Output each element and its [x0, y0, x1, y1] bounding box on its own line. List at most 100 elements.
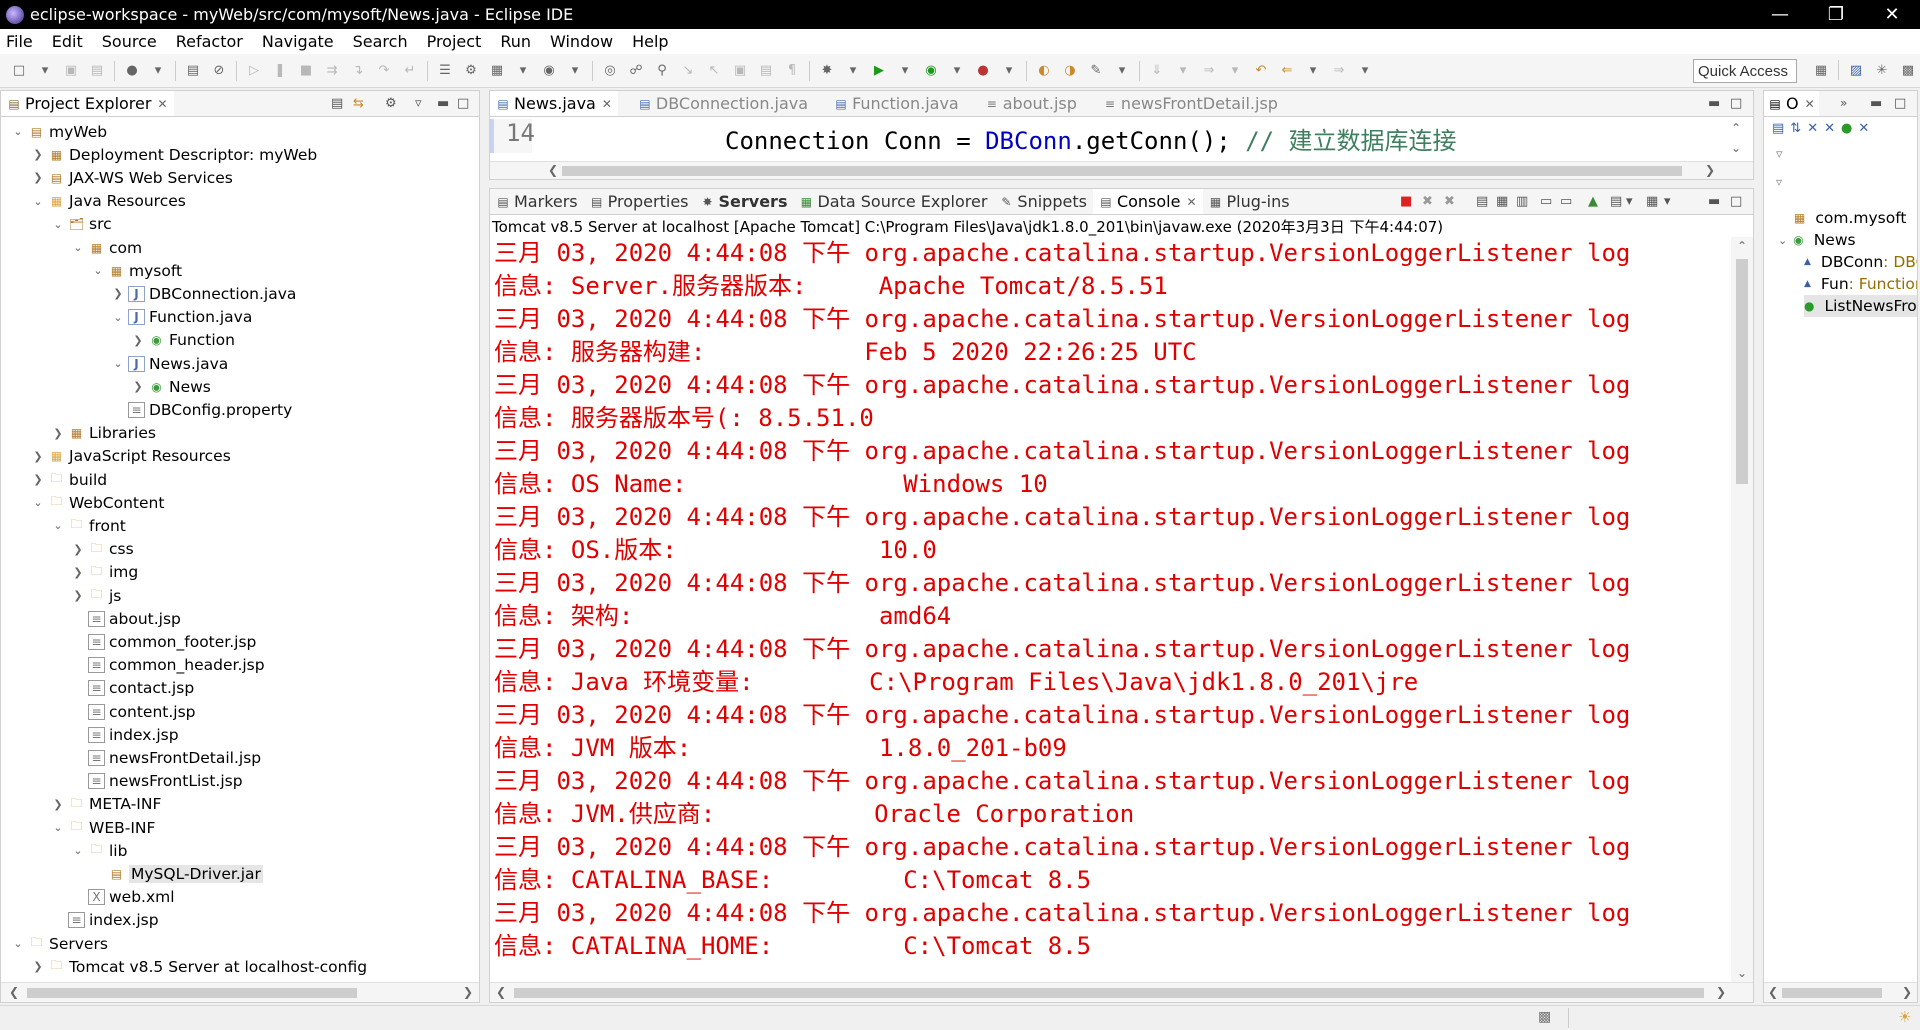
editor-tab[interactable]: ≡ about.jsp: [979, 91, 1083, 116]
scroll-left-icon[interactable]: ❮: [496, 985, 506, 999]
clear-console-icon[interactable]: ▤: [1476, 194, 1488, 209]
back-history-icon[interactable]: ↶: [1251, 61, 1271, 81]
scroll-down-icon[interactable]: ⌄: [1731, 141, 1741, 155]
show-stderr-icon[interactable]: ▭: [1560, 194, 1572, 209]
tab-servers[interactable]: ✸ Servers: [695, 189, 794, 214]
dropdown-icon[interactable]: ▾: [35, 61, 55, 81]
dropdown-icon[interactable]: ▾: [565, 61, 585, 81]
editor-horizontal-scrollbar[interactable]: ❮ ❯: [490, 161, 1753, 179]
tree-item[interactable]: ⌄ 🗀 lib: [71, 839, 127, 862]
dropdown-icon[interactable]: ▾: [1355, 61, 1375, 81]
server-status-icon[interactable]: ▩: [1538, 1009, 1551, 1025]
editor-tab[interactable]: ▤ DBConnection.java: [632, 91, 814, 116]
hide-static-icon[interactable]: ✕: [1824, 121, 1835, 136]
tree-item[interactable]: Xweb.xml: [71, 886, 175, 909]
dropdown-icon[interactable]: ▾: [947, 61, 967, 81]
menu-navigate[interactable]: Navigate: [260, 32, 336, 51]
link-editor-icon[interactable]: ⇆: [353, 96, 364, 111]
new-icon[interactable]: □: [9, 61, 29, 81]
tree-item[interactable]: ≡ common_footer.jsp: [71, 630, 256, 653]
coverage-icon[interactable]: ◉: [921, 61, 941, 81]
tab-markers[interactable]: ▤ Markers: [490, 189, 584, 214]
pen-icon[interactable]: ✎: [1086, 61, 1106, 81]
maximize-icon[interactable]: □: [1730, 96, 1742, 111]
chevron-right-icon[interactable]: ❯: [31, 473, 45, 486]
dropdown-icon[interactable]: ▾: [1626, 194, 1633, 209]
save-all-icon[interactable]: ▤: [87, 61, 107, 81]
tree-item[interactable]: ⌄ 🗀 front: [51, 514, 125, 537]
open-console-icon[interactable]: ▦: [1646, 194, 1658, 209]
back-icon[interactable]: ⇐: [1277, 61, 1297, 81]
scroll-right-icon[interactable]: ❯: [463, 985, 473, 999]
tree-item[interactable]: ≡ index.jsp: [51, 909, 159, 932]
minimize-icon[interactable]: ▬: [437, 96, 449, 111]
show-whitespace-icon[interactable]: ¶: [782, 61, 802, 81]
dropdown-icon[interactable]: ▾: [843, 61, 863, 81]
step-over-icon[interactable]: ↷: [374, 61, 394, 81]
chevron-right-icon[interactable]: ❯: [31, 171, 45, 184]
menu-source[interactable]: Source: [100, 32, 159, 51]
editor-tab[interactable]: ▤ Function.java: [828, 91, 965, 116]
scroll-right-icon[interactable]: ❯: [1716, 985, 1726, 999]
show-stdout-icon[interactable]: ▭: [1540, 194, 1552, 209]
debug-icon[interactable]: ●: [122, 61, 142, 81]
menu-run[interactable]: Run: [498, 32, 533, 51]
outline-menu-icon[interactable]: ▿: [1776, 147, 1783, 162]
chevron-right-icon[interactable]: ❯: [131, 334, 145, 347]
run-icon[interactable]: ▶: [869, 61, 889, 81]
scroll-left-icon[interactable]: ❮: [9, 985, 19, 999]
scrollbar-thumb[interactable]: [514, 988, 1704, 998]
tree-item[interactable]: ⌄ ▦ com: [71, 236, 142, 259]
step-return-icon[interactable]: ↵: [400, 61, 420, 81]
step-into-icon[interactable]: ↴: [348, 61, 368, 81]
last-edit-icon[interactable]: ⇓: [1147, 61, 1167, 81]
tree-item[interactable]: ⌄ ▦ Java Resources: [31, 190, 185, 213]
outline-item[interactable]: ⌄ ◉ News: [1778, 229, 1856, 251]
debug-perspective-icon[interactable]: ✳: [1872, 60, 1892, 80]
chevron-down-icon[interactable]: ⌄: [111, 311, 125, 324]
open-resource-icon[interactable]: ◑: [1060, 61, 1080, 81]
tree-item[interactable]: ≡ newsFrontList.jsp: [71, 770, 243, 793]
editor-tab[interactable]: ▤ News.java ✕: [490, 91, 618, 116]
code-text[interactable]: Connection Conn = DBConn.getConn(); // 建…: [725, 121, 1457, 156]
web-browser-icon[interactable]: ◎: [600, 61, 620, 81]
maximize-icon[interactable]: ❐: [1808, 0, 1864, 29]
scrollbar-thumb[interactable]: [562, 166, 1682, 176]
dropdown-icon[interactable]: ▾: [999, 61, 1019, 81]
scroll-left-icon[interactable]: ❮: [1768, 985, 1778, 999]
outline-item[interactable]: ● ListNewsFront: [1804, 295, 1917, 317]
chevron-down-icon[interactable]: ⌄: [1778, 234, 1787, 247]
java-perspective-icon[interactable]: ▩: [1898, 60, 1918, 80]
java-ee-perspective-icon[interactable]: ▨: [1846, 60, 1866, 80]
dropdown-icon[interactable]: ▾: [1303, 61, 1323, 81]
sort-icon[interactable]: ⇅: [1790, 121, 1801, 136]
scroll-left-icon[interactable]: ❮: [548, 163, 558, 177]
chevron-right-icon[interactable]: ❯: [71, 543, 85, 556]
close-icon[interactable]: ✕: [157, 97, 167, 111]
tab-plug-ins[interactable]: ▦ Plug-ins: [1203, 189, 1296, 214]
toggle-mark-icon[interactable]: ▣: [730, 61, 750, 81]
tab-properties[interactable]: ▤ Properties: [584, 189, 695, 214]
chevron-down-icon[interactable]: ⌄: [11, 125, 25, 138]
collapse-all-icon[interactable]: ▤: [331, 96, 343, 111]
chevron-right-icon[interactable]: ❯: [51, 427, 65, 440]
remove-all-icon[interactable]: ✖: [1444, 194, 1455, 209]
console-horizontal-scrollbar[interactable]: ❮ ❯: [490, 982, 1753, 1002]
pin-console-icon[interactable]: ▲: [1588, 194, 1598, 209]
tab-snippets[interactable]: ✎ Snippets: [993, 189, 1093, 214]
tree-item[interactable]: ⌄ 🗀 Servers: [11, 932, 108, 955]
tree-item[interactable]: ❯ J DBConnection.java: [111, 282, 296, 305]
tree-item[interactable]: ⌄ J Function.java: [111, 306, 252, 329]
tree-item[interactable]: ❯ ▦ Deployment Descriptor: myWeb: [31, 143, 317, 166]
next-annotation-icon[interactable]: ↘: [678, 61, 698, 81]
toggle-block-icon[interactable]: ▤: [756, 61, 776, 81]
tree-item[interactable]: ❯ ◉ Function: [131, 329, 235, 352]
tree-item[interactable]: ❯ 🗀 Tomcat v8.5 Server at localhost-config: [31, 955, 367, 978]
external-tools-icon[interactable]: ●: [973, 61, 993, 81]
minimize-icon[interactable]: —: [1752, 0, 1808, 29]
chevron-right-icon[interactable]: ❯: [31, 960, 45, 973]
chevron-down-icon[interactable]: ⌄: [71, 844, 85, 857]
tree-item[interactable]: ≡ newsFrontDetail.jsp: [71, 746, 261, 769]
tree-item[interactable]: ⌄ 🗂 src: [51, 213, 111, 236]
dropdown-icon[interactable]: ▾: [513, 61, 533, 81]
